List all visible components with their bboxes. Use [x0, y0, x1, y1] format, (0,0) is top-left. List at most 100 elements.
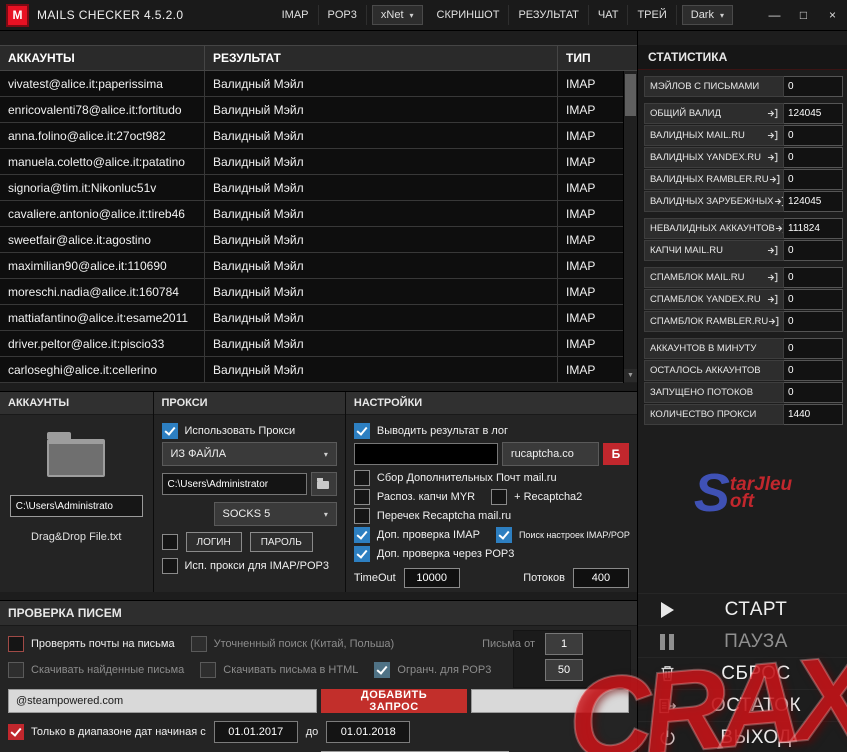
export-arrow-icon[interactable]: [775, 223, 783, 234]
export-arrow-icon[interactable]: [769, 174, 780, 185]
proxy-source-select[interactable]: ИЗ ФАЙЛА ▾: [161, 442, 337, 466]
export-arrow-icon[interactable]: [774, 196, 783, 207]
stat-label-text: ВАЛИДНЫХ YANDEX.RU: [650, 152, 762, 163]
cell-account: vivatest@alice.it:paperissima: [0, 71, 205, 96]
extra-query-input[interactable]: [471, 689, 629, 713]
table-row[interactable]: moreschi.nadia@alice.it:160784 Валидный М…: [0, 279, 623, 305]
stat-label: СПАМБЛОК YANDEX.RU: [644, 289, 784, 310]
recognize-captcha-label: Распоз. капчи MYR: [376, 491, 476, 503]
imap-pop-settings-search-checkbox[interactable]: [495, 527, 512, 543]
minimize-button[interactable]: —: [760, 0, 789, 30]
scroll-down-button[interactable]: ▼: [624, 369, 637, 382]
export-arrow-icon[interactable]: [767, 108, 778, 119]
cell-result: Валидный Мэйл: [205, 227, 558, 252]
menu-result[interactable]: РЕЗУЛЬТАТ: [509, 5, 589, 25]
menu-chat[interactable]: ЧАТ: [589, 5, 629, 25]
folder-icon[interactable]: [47, 432, 106, 477]
column-header-result[interactable]: РЕЗУЛЬТАТ: [205, 46, 558, 70]
balance-button[interactable]: Б: [602, 443, 629, 465]
scrollbar-thumb[interactable]: [625, 74, 636, 116]
cell-result: Валидный Мэйл: [205, 149, 558, 174]
letters-from-input[interactable]: [545, 633, 583, 655]
export-arrow-icon[interactable]: [767, 245, 778, 256]
recheck-recaptcha-checkbox[interactable]: [353, 508, 370, 524]
table-row[interactable]: manuela.coletto@alice.it:patatino Валидны…: [0, 149, 623, 175]
cell-account: maximilian90@alice.it:110690: [0, 253, 205, 278]
table-row[interactable]: carloseghi@alice.it:cellerino Валидный Мэ…: [0, 357, 623, 383]
table-row[interactable]: signoria@tim.it:Nikonluc51v Валидный Мэйл…: [0, 175, 623, 201]
pop3-limit-input[interactable]: [545, 659, 583, 681]
download-letters-checkbox[interactable]: [8, 662, 24, 678]
table-row[interactable]: enricovalenti78@alice.it:fortitudo Валидн…: [0, 97, 623, 123]
accounts-path-input[interactable]: [9, 495, 143, 517]
proxy-auth-checkbox[interactable]: [161, 534, 178, 550]
browse-proxy-file-button[interactable]: [310, 472, 337, 496]
menu-theme-dropdown[interactable]: Dark ▾: [681, 5, 733, 25]
menu-imap[interactable]: IMAP: [273, 5, 319, 25]
search-query-input[interactable]: [8, 689, 318, 713]
export-arrow-icon[interactable]: [767, 272, 778, 283]
proxy-source-value: ИЗ ФАЙЛА: [170, 448, 227, 460]
recognize-captcha-checkbox[interactable]: [353, 489, 370, 505]
close-button[interactable]: ×: [818, 0, 847, 30]
download-html-checkbox[interactable]: [200, 662, 217, 678]
timeout-input[interactable]: [403, 568, 460, 588]
table-row[interactable]: cavaliere.antonio@alice.it:tireb46 Валидн…: [0, 201, 623, 227]
date-range-checkbox[interactable]: [8, 724, 24, 740]
recaptcha2-checkbox[interactable]: [491, 489, 508, 505]
threads-input[interactable]: [572, 568, 629, 588]
remainder-button[interactable]: ОСТАТОК: [638, 689, 847, 721]
menu-xnet-dropdown[interactable]: xNet ▾: [371, 5, 423, 25]
table-row[interactable]: driver.peltor@alice.it:piscio33 Валидный …: [0, 331, 623, 357]
check-mail-for-letters-checkbox[interactable]: [8, 636, 24, 652]
proxy-path-input[interactable]: [161, 473, 307, 495]
extra-pop3-check-checkbox[interactable]: [353, 546, 370, 562]
cell-type: IMAP: [566, 232, 596, 247]
export-arrow-icon[interactable]: [767, 152, 778, 163]
stat-label: ЗАПУЩЕНО ПОТОКОВ: [644, 382, 784, 403]
table-row[interactable]: vivatest@alice.it:paperissima Валидный Мэ…: [0, 71, 623, 97]
cell-account: mattiafantino@alice.it:esame2011: [0, 305, 205, 330]
add-query-button[interactable]: ДОБАВИТЬ ЗАПРОС: [321, 689, 467, 713]
menu-screenshot[interactable]: СКРИНШОТ: [428, 5, 510, 25]
export-arrow-icon[interactable]: [768, 316, 779, 327]
proxy-for-imap-pop3-checkbox[interactable]: [161, 558, 178, 574]
export-arrow-icon[interactable]: [767, 294, 778, 305]
table-row[interactable]: anna.folino@alice.it:27oct982 Валидный Мэ…: [0, 123, 623, 149]
exit-button[interactable]: ВЫХОД: [638, 721, 847, 752]
table-row[interactable]: maximilian90@alice.it:110690 Валидный Мэй…: [0, 253, 623, 279]
stat-label: СПАМБЛОК MAIL.RU: [644, 267, 784, 288]
captcha-service-select[interactable]: rucaptcha.co: [501, 442, 599, 466]
collect-mailru-checkbox[interactable]: [353, 470, 370, 486]
use-proxy-checkbox[interactable]: [161, 423, 178, 439]
refined-search-checkbox[interactable]: [190, 636, 207, 652]
vertical-scrollbar[interactable]: ▼: [623, 71, 637, 383]
cell-result: Валидный Мэйл: [205, 305, 558, 330]
captcha-service-value: rucaptcha.co: [510, 448, 574, 460]
proxy-type-select[interactable]: SOCKS 5 ▾: [213, 502, 337, 526]
date-to-label: до: [305, 726, 319, 738]
maximize-button[interactable]: □: [789, 0, 818, 30]
menu-pop3[interactable]: POP3: [319, 5, 367, 25]
pop3-limit-checkbox[interactable]: [374, 662, 391, 678]
stat-row: ОБЩИЙ ВАЛИД 124045: [644, 103, 843, 124]
login-button[interactable]: ЛОГИН: [185, 532, 242, 552]
export-arrow-icon[interactable]: [767, 130, 778, 141]
extra-imap-check-checkbox[interactable]: [353, 527, 370, 543]
date-from-input[interactable]: [213, 721, 298, 743]
stat-label-text: СПАМБЛОК RAMBLER.RU: [650, 316, 769, 327]
date-to-input[interactable]: [326, 721, 411, 743]
column-header-type[interactable]: ТИП: [558, 46, 637, 70]
password-button[interactable]: ПАРОЛЬ: [249, 532, 313, 552]
log-output-checkbox[interactable]: [353, 423, 370, 439]
stat-value: 1440: [784, 404, 843, 425]
captcha-key-input[interactable]: [353, 443, 498, 465]
reset-button[interactable]: СБРОС: [638, 657, 847, 689]
table-row[interactable]: mattiafantino@alice.it:esame2011 Валидный…: [0, 305, 623, 331]
start-button[interactable]: СТАРТ: [638, 593, 847, 625]
menu-tray[interactable]: ТРЕЙ: [628, 5, 677, 25]
pause-button[interactable]: ПАУЗА: [638, 625, 847, 657]
column-header-accounts[interactable]: АККАУНТЫ: [0, 46, 205, 70]
table-row[interactable]: sweetfair@alice.it:agostino Валидный Мэйл…: [0, 227, 623, 253]
cell-account: signoria@tim.it:Nikonluc51v: [0, 175, 205, 200]
